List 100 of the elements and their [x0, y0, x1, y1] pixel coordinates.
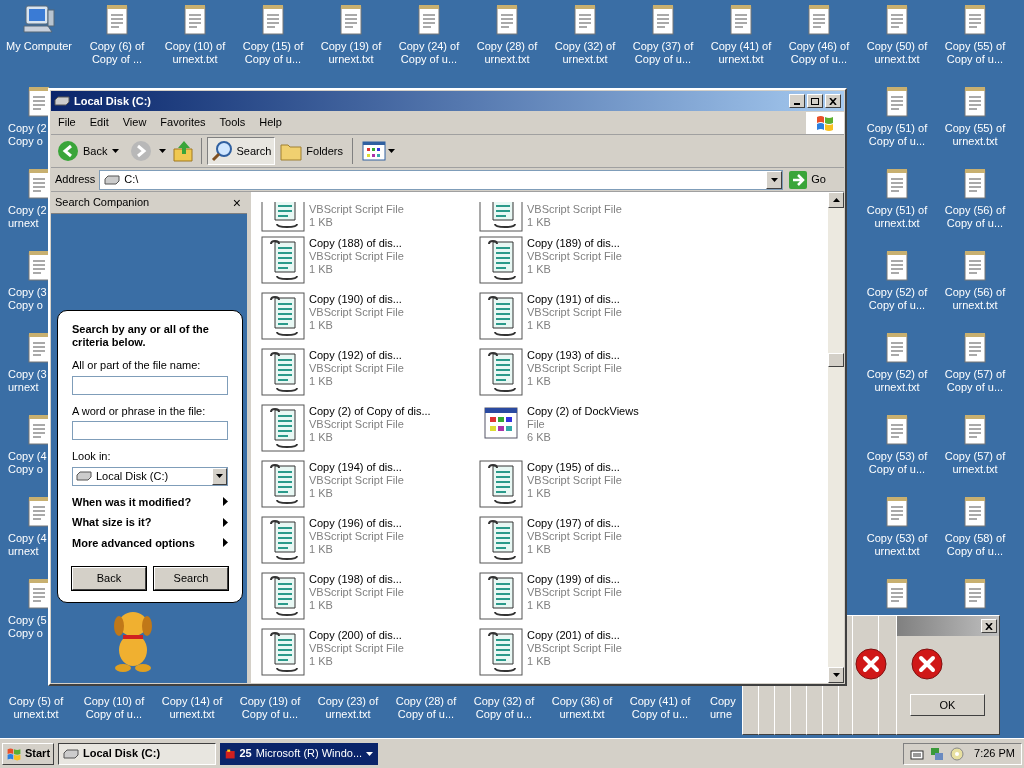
icon-label[interactable]: Copy (56) of Copy of u...: [936, 204, 1014, 230]
icon-label[interactable]: Copy (3 urnext: [8, 368, 47, 394]
icon-label[interactable]: Copy (23) of urnext.txt: [312, 695, 384, 721]
icon-label[interactable]: Copy (14) of urnext.txt: [156, 695, 228, 721]
file-size: 1 KB: [309, 599, 334, 612]
menu-item[interactable]: Edit: [82, 114, 116, 131]
icon-label[interactable]: Copy (32) of urnext.txt: [546, 40, 624, 66]
file-size: 1 KB: [309, 216, 334, 229]
file-name[interactable]: Copy (194) of dis...: [309, 461, 404, 474]
start-button[interactable]: Start: [2, 742, 55, 765]
file-type: VBScript Script File: [527, 203, 622, 216]
file-size: 1 KB: [309, 375, 334, 388]
file-name[interactable]: Copy (191) of dis...: [527, 293, 622, 306]
icon-label[interactable]: Copy (5) of urnext.txt: [0, 695, 72, 721]
icon-label[interactable]: Copy urne: [710, 695, 736, 721]
icon-label[interactable]: Copy (10) of Copy of u...: [78, 695, 150, 721]
icon-label[interactable]: Copy (46) of Copy of u...: [780, 40, 858, 66]
icon-label[interactable]: Copy (2 Copy o: [8, 122, 47, 148]
back-button[interactable]: Back: [55, 137, 110, 165]
icon-label[interactable]: Copy (19) of Copy of u...: [234, 695, 306, 721]
icon-label[interactable]: Copy (55) of Copy of u...: [936, 40, 1014, 66]
file-name[interactable]: Copy (201) of dis...: [527, 629, 622, 642]
icon-label[interactable]: Copy (28) of Copy of u...: [390, 695, 462, 721]
icon-label[interactable]: Copy (15) of Copy of u...: [234, 40, 312, 66]
pane-button[interactable]: Back: [72, 567, 146, 590]
file-name[interactable]: Copy (192) of dis...: [309, 349, 404, 362]
file-type: VBScript Script File: [527, 362, 622, 375]
icon-label[interactable]: Copy (3 Copy o: [8, 286, 47, 312]
file-type: VBScript Script File: [309, 586, 404, 599]
icon-label[interactable]: Copy (41) of Copy of u...: [624, 695, 696, 721]
option-link[interactable]: More advanced options: [72, 534, 228, 551]
address-field[interactable]: C:\: [99, 169, 784, 190]
icon-label[interactable]: Copy (58) of Copy of u...: [936, 532, 1014, 558]
icon-label[interactable]: Copy (28) of urnext.txt: [468, 40, 546, 66]
file-name[interactable]: Copy (189) of dis...: [527, 237, 622, 250]
icon-label[interactable]: Copy (55) of urnext.txt: [936, 122, 1014, 148]
icon-label[interactable]: Copy (56) of urnext.txt: [936, 286, 1014, 312]
icon-label[interactable]: Copy (2 urnext: [8, 204, 47, 230]
icon-label[interactable]: Copy (53) of urnext.txt: [858, 532, 936, 558]
close-button[interactable]: ×: [230, 195, 243, 210]
file-name[interactable]: Copy (193) of dis...: [527, 349, 622, 362]
file-name[interactable]: Copy (198) of dis...: [309, 573, 404, 586]
menu-item[interactable]: View: [115, 114, 154, 131]
icon-label[interactable]: Copy (53) of Copy of u...: [858, 450, 936, 476]
folders-button[interactable]: Folders: [278, 137, 345, 165]
file-name[interactable]: Copy (199) of dis...: [527, 573, 622, 586]
icon-label[interactable]: Copy (5 Copy o: [8, 614, 47, 640]
file-name[interactable]: Copy (195) of dis...: [527, 461, 622, 474]
file-name[interactable]: Copy (2) of DockViews: [527, 405, 639, 418]
go-button[interactable]: Go: [787, 170, 840, 189]
file-type: VBScript Script File: [527, 586, 622, 599]
file-type: VBScript Script File: [309, 203, 404, 216]
file-size: 1 KB: [527, 319, 552, 332]
icon-label[interactable]: Copy (52) of urnext.txt: [858, 368, 936, 394]
icon-label[interactable]: My Computer: [0, 40, 78, 53]
clock: 7:26 PM: [973, 746, 1015, 762]
icon-label[interactable]: Copy (4 Copy o: [8, 450, 47, 476]
icon-label[interactable]: Copy (41) of urnext.txt: [702, 40, 780, 66]
icon-label[interactable]: Copy (37) of Copy of u...: [624, 40, 702, 66]
file-name[interactable]: Copy (196) of dis...: [309, 517, 404, 530]
icon-label[interactable]: Copy (10) of urnext.txt: [156, 40, 234, 66]
icon-label[interactable]: Copy (51) of urnext.txt: [858, 204, 936, 230]
icon-label[interactable]: Copy (50) of urnext.txt: [858, 40, 936, 66]
icon-label[interactable]: Copy (36) of urnext.txt: [546, 695, 618, 721]
file-name[interactable]: Copy (197) of dis...: [527, 517, 622, 530]
file-size: 1 KB: [527, 543, 552, 556]
file-name[interactable]: Copy (188) of dis...: [309, 237, 404, 250]
look-in-dropdown[interactable]: Local Disk (C:): [72, 466, 228, 486]
file-size: 1 KB: [527, 216, 552, 229]
file-name[interactable]: Copy (200) of dis...: [309, 629, 404, 642]
menu-item[interactable]: Help: [252, 114, 289, 131]
icon-label[interactable]: Copy (24) of Copy of u...: [390, 40, 468, 66]
option-link[interactable]: When was it modified?: [72, 493, 228, 510]
menu-item[interactable]: Tools: [212, 114, 253, 131]
icon-label[interactable]: Copy (51) of Copy of u...: [858, 122, 936, 148]
file-name[interactable]: Copy (2) of Copy of dis...: [309, 405, 431, 418]
icon-label[interactable]: Copy (52) of Copy of u...: [858, 286, 936, 312]
option-link[interactable]: What size is it?: [72, 514, 228, 531]
search-button[interactable]: Search: [207, 137, 276, 165]
file-type: VBScript Script File: [309, 642, 404, 655]
icon-label[interactable]: Copy (57) of urnext.txt: [936, 450, 1014, 476]
file-type: VBScript Script File: [527, 530, 622, 543]
menu-item[interactable]: File: [51, 114, 83, 131]
taskbar-button[interactable]: 25 Microsoft (R) Windo...: [220, 742, 379, 765]
file-type: VBScript Script File: [527, 642, 622, 655]
taskbar-button[interactable]: Local Disk (C:): [58, 742, 217, 765]
pane-button[interactable]: Search: [154, 567, 228, 590]
ok-button[interactable]: OK: [910, 694, 985, 716]
file-name[interactable]: Copy (190) of dis...: [309, 293, 404, 306]
icon-label[interactable]: Copy (19) of urnext.txt: [312, 40, 390, 66]
icon-label[interactable]: Copy (6) of Copy of ...: [78, 40, 156, 66]
icon-label[interactable]: Copy (4 urnext: [8, 532, 47, 558]
icon-label[interactable]: Copy (32) of Copy of u...: [468, 695, 540, 721]
file-size: 1 KB: [309, 487, 334, 500]
file-type: VBScript Script File: [309, 530, 404, 543]
address-label: Address: [55, 172, 96, 188]
menu-item[interactable]: Favorites: [153, 114, 213, 131]
icon-label[interactable]: Copy (57) of Copy of u...: [936, 368, 1014, 394]
field-label: A word or phrase in the file:: [72, 403, 207, 419]
file-size: 1 KB: [527, 655, 552, 668]
